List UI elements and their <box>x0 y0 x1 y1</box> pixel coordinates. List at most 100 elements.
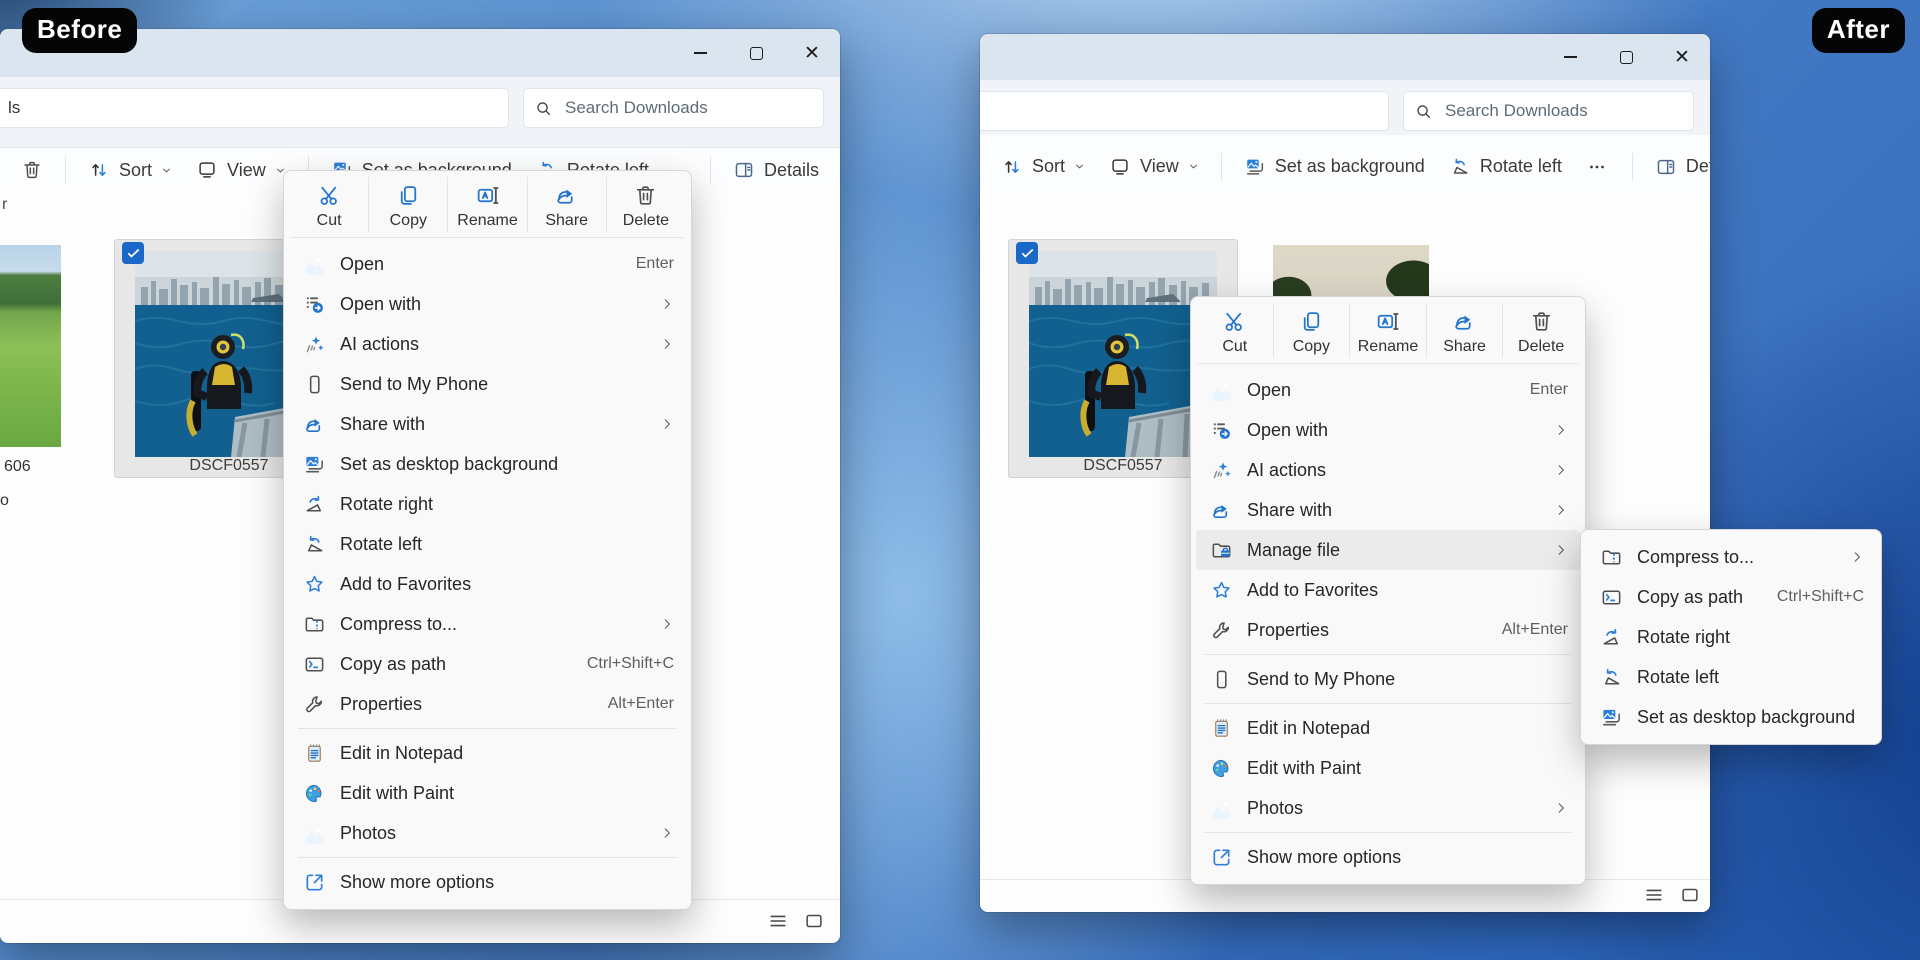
menu-separator <box>298 728 677 729</box>
desktop: Before After ✕ ls Sort View Set as backg… <box>0 0 1920 960</box>
close-icon: ✕ <box>804 44 820 63</box>
list-view-icon <box>767 910 789 932</box>
search-box[interactable] <box>523 88 824 128</box>
close-button[interactable]: ✕ <box>1654 34 1710 80</box>
menu-item-share-with[interactable]: Share with <box>1196 490 1580 530</box>
set-as-background-button[interactable]: Set as background <box>1233 150 1436 184</box>
chevron-right-icon <box>1554 423 1568 437</box>
menu-item-ai-actions[interactable]: AI actions <box>289 324 686 364</box>
rotate-left-icon <box>1449 156 1471 178</box>
sort-button[interactable]: Sort <box>990 150 1096 184</box>
menu-item-share-with[interactable]: Share with <box>289 404 686 444</box>
address-row <box>980 80 1710 135</box>
file-thumbnail-golf[interactable] <box>0 245 61 447</box>
search-input[interactable] <box>1443 100 1683 122</box>
search-input[interactable] <box>563 97 813 119</box>
details-button[interactable]: Details <box>1644 150 1710 184</box>
submenu-item-compress-to[interactable]: Compress to... <box>1586 537 1876 577</box>
rotate-left-button[interactable]: Rotate left <box>1438 150 1573 184</box>
details-view-toggle[interactable] <box>766 910 790 934</box>
command-bar: Cut Copy Rename Share Delete <box>290 177 685 238</box>
thumbnail-view-toggle[interactable] <box>802 910 826 934</box>
share-button[interactable]: Share <box>1426 303 1503 358</box>
menu-item-rotate-right[interactable]: Rotate right <box>289 484 686 524</box>
delete-button[interactable]: Delete <box>606 177 685 232</box>
menu-item-show-more-options[interactable]: Show more options <box>1196 837 1580 877</box>
menu-item-copy-as-path[interactable]: Copy as pathCtrl+Shift+C <box>289 644 686 684</box>
copy-path-icon <box>303 653 326 676</box>
menu-item-edit-with-paint[interactable]: Edit with Paint <box>289 773 686 813</box>
sort-icon <box>88 159 110 181</box>
cut-button[interactable]: Cut <box>1197 303 1273 358</box>
menu-item-edit-in-notepad[interactable]: Edit in Notepad <box>289 733 686 773</box>
chevron-right-icon <box>660 337 674 351</box>
search-box[interactable] <box>1403 91 1694 131</box>
view-button[interactable]: View <box>1098 150 1210 184</box>
trash-icon <box>21 159 43 181</box>
maximize-button[interactable] <box>728 29 784 77</box>
menu-item-send-to-my-phone[interactable]: Send to My Phone <box>1196 659 1580 699</box>
menu-item-open-with[interactable]: Open with <box>289 284 686 324</box>
copy-button[interactable]: Copy <box>1273 303 1350 358</box>
thumbnail-view-toggle[interactable] <box>1678 884 1702 908</box>
menu-item-ai-actions[interactable]: AI actions <box>1196 450 1580 490</box>
minimize-button[interactable] <box>672 29 728 77</box>
ellipsis-icon <box>1586 156 1608 178</box>
submenu-item-rotate-right[interactable]: Rotate right <box>1586 617 1876 657</box>
check-icon <box>1020 246 1035 261</box>
cut-button[interactable]: Cut <box>290 177 368 232</box>
menu-item-add-to-favorites[interactable]: Add to Favorites <box>289 564 686 604</box>
check-icon <box>126 246 141 261</box>
maximize-button[interactable] <box>1598 34 1654 80</box>
menu-item-properties[interactable]: PropertiesAlt+Enter <box>289 684 686 724</box>
toolbar-divider <box>710 156 711 184</box>
copy-button[interactable]: Copy <box>368 177 447 232</box>
sort-button[interactable]: Sort <box>77 153 183 187</box>
ai-sparkles-icon <box>303 333 326 356</box>
menu-item-show-more-options[interactable]: Show more options <box>289 862 686 902</box>
command-bar: Cut Copy Rename Share Delete <box>1197 303 1579 364</box>
menu-item-open[interactable]: OpenEnter <box>1196 370 1580 410</box>
rename-icon <box>1375 309 1400 334</box>
menu-separator <box>1205 832 1571 833</box>
menu-item-add-to-favorites[interactable]: Add to Favorites <box>1196 570 1580 610</box>
minimize-button[interactable] <box>1542 34 1598 80</box>
menu-item-manage-file[interactable]: Manage file <box>1196 530 1580 570</box>
menu-item-open-with[interactable]: Open with <box>1196 410 1580 450</box>
set-as-background-icon <box>1244 156 1266 178</box>
menu-item-open[interactable]: OpenEnter <box>289 244 686 284</box>
submenu-item-rotate-left[interactable]: Rotate left <box>1586 657 1876 697</box>
menu-item-edit-in-notepad[interactable]: Edit in Notepad <box>1196 708 1580 748</box>
selection-checkbox[interactable] <box>1016 242 1038 264</box>
menu-item-send-to-my-phone[interactable]: Send to My Phone <box>289 364 686 404</box>
titlebar: ✕ <box>980 34 1710 80</box>
menu-item-edit-with-paint[interactable]: Edit with Paint <box>1196 748 1580 788</box>
menu-item-rotate-left[interactable]: Rotate left <box>289 524 686 564</box>
close-button[interactable]: ✕ <box>784 29 840 77</box>
submenu-item-copy-as-path[interactable]: Copy as pathCtrl+Shift+C <box>1586 577 1876 617</box>
phone-icon <box>1210 668 1233 691</box>
details-pane-icon <box>733 159 755 181</box>
chevron-right-icon <box>1554 543 1568 557</box>
view-button[interactable]: View <box>185 153 297 187</box>
delete-button[interactable] <box>10 153 54 187</box>
selection-checkbox[interactable] <box>122 242 144 264</box>
address-bar[interactable]: ls <box>0 88 509 128</box>
rename-button[interactable]: Rename <box>447 177 526 232</box>
more-commands-button[interactable] <box>1575 150 1619 184</box>
chevron-right-icon <box>1554 463 1568 477</box>
menu-item-photos[interactable]: Photos <box>1196 788 1580 828</box>
details-view-toggle[interactable] <box>1642 884 1666 908</box>
delete-button[interactable]: Delete <box>1502 303 1579 358</box>
menu-item-photos[interactable]: Photos <box>289 813 686 853</box>
address-bar[interactable] <box>980 91 1389 131</box>
submenu-item-set-as-desktop-background[interactable]: Set as desktop background <box>1586 697 1876 737</box>
photos-app-icon <box>1210 379 1233 402</box>
menu-item-properties[interactable]: PropertiesAlt+Enter <box>1196 610 1580 650</box>
menu-item-compress-to[interactable]: Compress to... <box>289 604 686 644</box>
photos-app-icon <box>1210 797 1233 820</box>
menu-item-set-as-desktop-background[interactable]: Set as desktop background <box>289 444 686 484</box>
details-button[interactable]: Details <box>722 153 830 187</box>
share-button[interactable]: Share <box>527 177 606 232</box>
rename-button[interactable]: Rename <box>1349 303 1426 358</box>
